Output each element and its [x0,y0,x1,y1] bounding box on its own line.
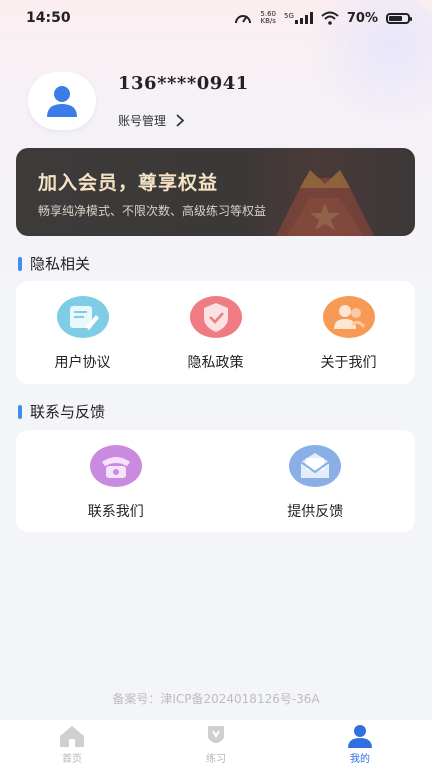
contact-us-item[interactable]: 联系我们 [88,444,144,521]
net-speed: 5.60 KB/s [260,11,276,25]
avatar[interactable] [28,72,96,130]
status-icons: 5.60 KB/s 5G 70% [234,10,412,26]
tab-home-label: 首页 [62,753,82,765]
wifi-icon [321,11,339,25]
account-management-link[interactable]: 账号管理 [118,112,249,129]
chevron-right-icon [176,114,185,127]
contact-section-title: 联系与反馈 [18,401,105,422]
people-icon [322,296,375,338]
profile-header: 136****0941 账号管理 [28,72,249,130]
about-us-item[interactable]: 关于我们 [321,295,377,372]
user-agreement-label: 用户协议 [54,355,111,371]
about-us-label: 关于我们 [320,355,377,371]
net-speed-unit: KB/s [260,17,276,25]
vip-title: 加入会员，尊享权益 [38,172,219,194]
user-avatar-icon [47,86,77,117]
privacy-section-label: 隐私相关 [30,255,91,273]
speedometer-icon [235,15,252,24]
status-time: 14:50 [26,10,71,26]
phone-number: 136****0941 [118,73,249,94]
vip-banner[interactable]: 加入会员，尊享权益 畅享纯净模式、不限次数、高级练习等权益 [16,148,415,236]
icp-record[interactable]: 备案号：津ICP备2024018126号-36A [0,690,432,707]
tab-practice-label: 练习 [206,753,226,765]
network-type: 5G [283,12,294,20]
privacy-card: 用户协议 隐私政策 关于我们 [16,281,415,384]
battery-icon [386,12,412,24]
signal-icon [294,12,313,24]
practice-icon [208,725,224,743]
battery-percent: 70% [346,10,378,26]
privacy-policy-label: 隐私政策 [187,355,244,371]
crown-decoration-icon [276,170,374,236]
document-icon [56,296,109,338]
mail-icon [289,445,342,487]
tab-mine-label: 我的 [350,753,370,765]
phone-icon [89,445,142,487]
feedback-item[interactable]: 提供反馈 [287,444,343,521]
tab-mine[interactable]: 我的 [310,724,410,765]
tab-bar: 首页 练习 我的 [0,720,432,768]
section-accent-bar [18,404,22,419]
section-accent-bar [18,256,22,271]
user-agreement-item[interactable]: 用户协议 [55,295,111,372]
feedback-label: 提供反馈 [287,504,344,520]
contact-us-label: 联系我们 [87,504,144,520]
account-management-label: 账号管理 [118,114,167,128]
home-icon [60,725,84,747]
contact-card: 联系我们 提供反馈 [16,430,415,532]
tab-home[interactable]: 首页 [22,724,122,765]
privacy-policy-item[interactable]: 隐私政策 [188,295,244,372]
vip-subtitle: 畅享纯净模式、不限次数、高级练习等权益 [38,204,267,218]
privacy-section-title: 隐私相关 [18,253,90,274]
user-icon [348,724,372,748]
tab-practice[interactable]: 练习 [166,724,266,765]
contact-section-label: 联系与反馈 [30,403,106,421]
shield-icon [189,296,242,338]
status-bar: 14:50 5.60 KB/s 5G 70% [0,0,432,36]
